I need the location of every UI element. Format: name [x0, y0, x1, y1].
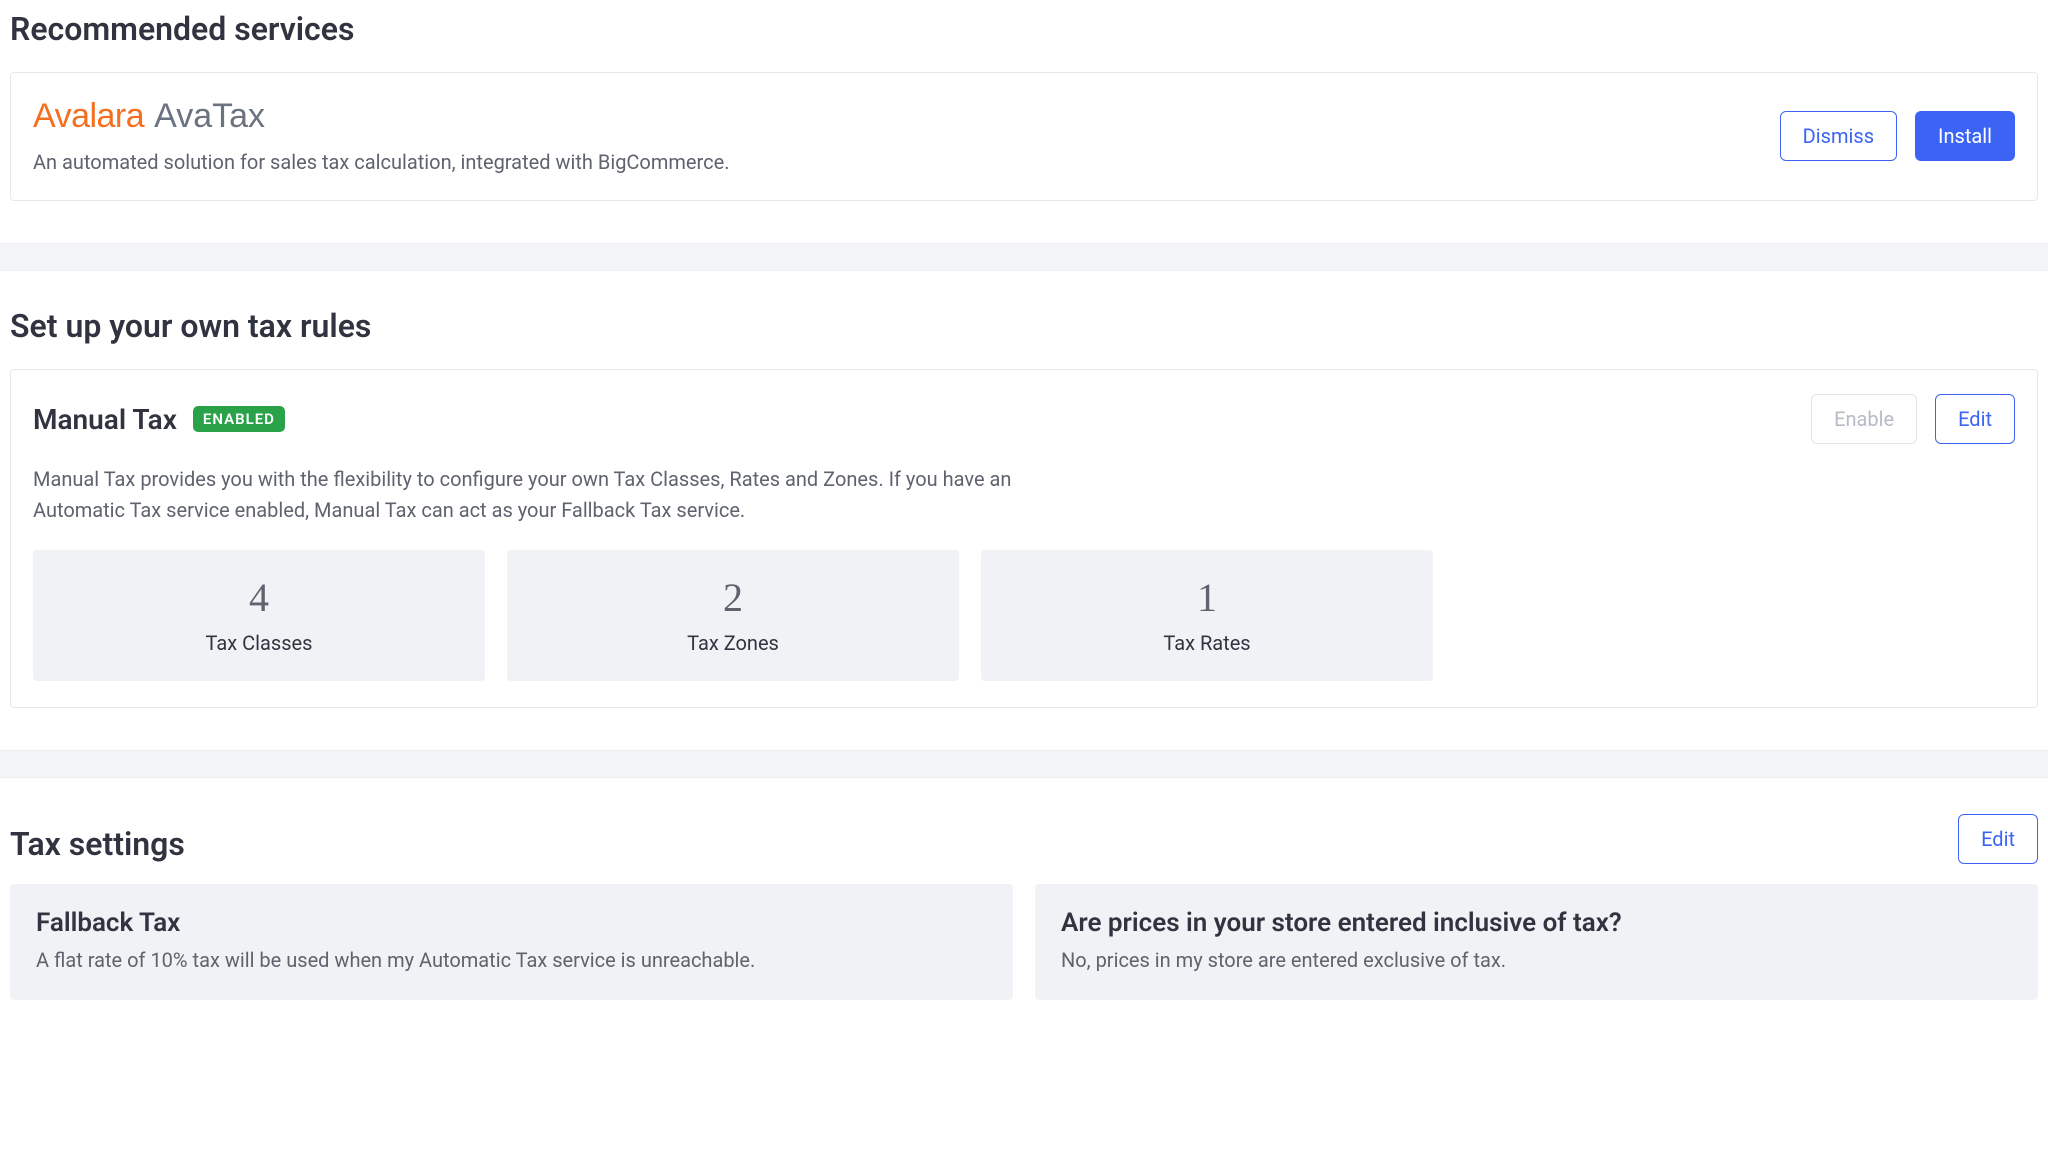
recommended-actions: Dismiss Install — [1780, 111, 2015, 161]
avalara-logo-brand: Avalara — [33, 97, 144, 136]
stat-label: Tax Classes — [43, 631, 475, 655]
stat-value: 1 — [991, 574, 1423, 621]
settings-card-desc: A flat rate of 10% tax will be used when… — [36, 948, 987, 972]
recommended-service-info: Avalara AvaTax An automated solution for… — [33, 97, 1780, 174]
dismiss-button[interactable]: Dismiss — [1780, 111, 1897, 161]
recommended-service-desc: An automated solution for sales tax calc… — [33, 150, 1780, 174]
stat-label: Tax Rates — [991, 631, 1423, 655]
stat-label: Tax Zones — [517, 631, 949, 655]
section-divider — [0, 750, 2048, 778]
manual-tax-stats: 4 Tax Classes 2 Tax Zones 1 Tax Rates — [33, 550, 2015, 681]
tax-settings-heading: Tax settings — [10, 825, 185, 863]
manual-tax-desc: Manual Tax provides you with the flexibi… — [33, 464, 1033, 526]
manual-heading: Set up your own tax rules — [10, 307, 2038, 345]
fallback-tax-card: Fallback Tax A flat rate of 10% tax will… — [10, 884, 1013, 1000]
section-divider — [0, 243, 2048, 271]
avalara-logo-product: AvaTax — [154, 97, 265, 136]
edit-settings-button[interactable]: Edit — [1958, 814, 2038, 864]
tax-settings-cards: Fallback Tax A flat rate of 10% tax will… — [10, 884, 2038, 1000]
settings-card-desc: No, prices in my store are entered exclu… — [1061, 948, 2012, 972]
stat-tax-classes[interactable]: 4 Tax Classes — [33, 550, 485, 681]
manual-tax-title: Manual Tax — [33, 403, 177, 436]
stat-value: 4 — [43, 574, 475, 621]
recommended-service-panel: Avalara AvaTax An automated solution for… — [10, 72, 2038, 201]
enable-button: Enable — [1811, 394, 1917, 444]
enabled-badge: ENABLED — [193, 406, 285, 432]
manual-tax-panel: Manual Tax ENABLED Enable Edit Manual Ta… — [10, 369, 2038, 708]
install-button[interactable]: Install — [1915, 111, 2015, 161]
prices-inclusive-card: Are prices in your store entered inclusi… — [1035, 884, 2038, 1000]
stat-value: 2 — [517, 574, 949, 621]
settings-card-title: Fallback Tax — [36, 908, 987, 938]
stat-tax-zones[interactable]: 2 Tax Zones — [507, 550, 959, 681]
avalara-logo: Avalara AvaTax — [33, 97, 1780, 136]
recommended-heading: Recommended services — [10, 10, 2038, 48]
stat-tax-rates[interactable]: 1 Tax Rates — [981, 550, 1433, 681]
manual-tax-header: Manual Tax ENABLED Enable Edit — [33, 394, 2015, 444]
manual-tax-actions: Enable Edit — [1811, 394, 2015, 444]
edit-manual-button[interactable]: Edit — [1935, 394, 2015, 444]
manual-tax-title-row: Manual Tax ENABLED — [33, 403, 285, 436]
settings-card-title: Are prices in your store entered inclusi… — [1061, 908, 2012, 938]
